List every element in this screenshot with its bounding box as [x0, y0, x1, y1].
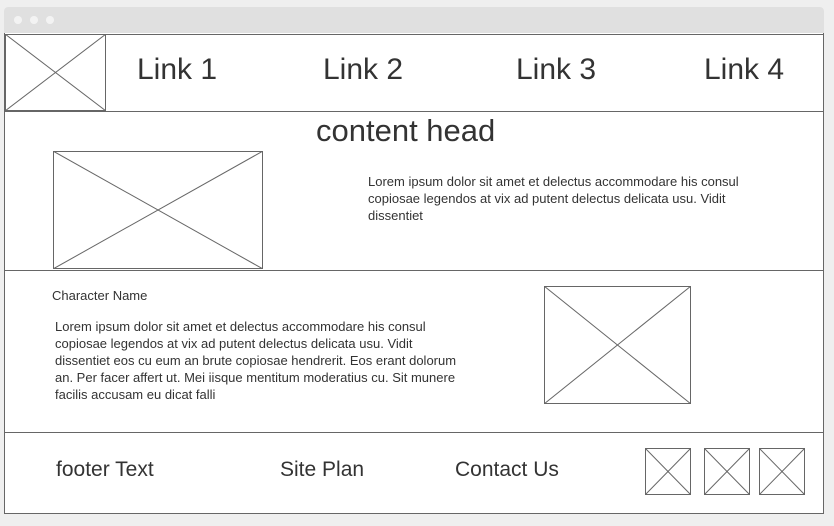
window-title-bar: [4, 7, 824, 33]
footer-contact-us-link[interactable]: Contact Us: [455, 458, 559, 482]
footer-site-plan-link[interactable]: Site Plan: [280, 458, 364, 482]
header-top-divider: [4, 34, 824, 35]
character-bio-text: Lorem ipsum dolor sit amet et delectus a…: [55, 319, 457, 402]
footer-social-icon-placeholder[interactable]: [704, 448, 750, 495]
content-image-placeholder: [53, 151, 263, 269]
content-divider: [4, 270, 824, 271]
footer-social-icon-placeholder[interactable]: [759, 448, 805, 495]
browser-window: Link 1 Link 2 Link 3 Link 4 content head…: [4, 7, 824, 514]
logo-placeholder-image[interactable]: [5, 34, 106, 111]
content-intro-text: Lorem ipsum dolor sit amet et delectus a…: [368, 174, 739, 223]
nav-link-2[interactable]: Link 2: [323, 53, 403, 87]
frame-border-right: [823, 33, 824, 514]
window-control-dot[interactable]: [46, 16, 54, 24]
header-bottom-divider: [4, 111, 824, 112]
nav-link-4[interactable]: Link 4: [704, 53, 784, 87]
footer-social-icon-placeholder[interactable]: [645, 448, 691, 495]
nav-link-1[interactable]: Link 1: [137, 53, 217, 87]
window-control-dot[interactable]: [30, 16, 38, 24]
window-control-dot[interactable]: [14, 16, 22, 24]
character-name-label: Character Name: [52, 288, 148, 303]
footer-text: footer Text: [56, 458, 154, 481]
nav-link-3[interactable]: Link 3: [516, 53, 596, 87]
footer-bottom-divider: [4, 513, 824, 514]
content-head-title: content head: [316, 113, 496, 148]
footer-top-divider: [4, 432, 824, 433]
character-image-placeholder: [544, 286, 691, 404]
